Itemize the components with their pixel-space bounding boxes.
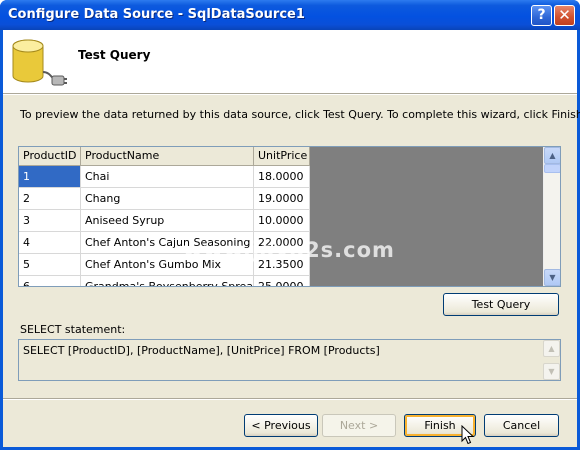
cell-unitprice[interactable]: 10.0000 xyxy=(254,210,310,231)
cell-productname[interactable]: Chai xyxy=(81,166,254,187)
footer-separator xyxy=(3,398,577,400)
header-divider xyxy=(3,94,577,95)
column-header-unitprice[interactable]: UnitPrice xyxy=(254,147,310,165)
mouse-pointer-icon xyxy=(461,425,475,445)
table-row[interactable]: 6 Grandma's Boysenberry Spread 25.0000 xyxy=(19,276,310,286)
dialog-body: Test Query To preview the data returned … xyxy=(3,30,580,447)
window-title: Configure Data Source - SqlDataSource1 xyxy=(8,7,305,22)
next-button[interactable]: Next > xyxy=(322,414,396,437)
cell-productid[interactable]: 2 xyxy=(19,188,81,209)
instructions-text: To preview the data returned by this dat… xyxy=(20,108,580,121)
cell-productid[interactable]: 5 xyxy=(19,254,81,275)
cell-productname[interactable]: Grandma's Boysenberry Spread xyxy=(81,276,254,286)
column-header-productname[interactable]: ProductName xyxy=(81,147,254,165)
dialog-window: Configure Data Source - SqlDataSource1 ?… xyxy=(0,0,580,450)
cell-unitprice[interactable]: 22.0000 xyxy=(254,232,310,253)
select-statement-label: SELECT statement: xyxy=(20,323,126,336)
database-icon xyxy=(12,39,67,86)
scroll-up-arrow-icon[interactable]: ▲ xyxy=(544,147,560,164)
grid-vertical-scrollbar[interactable]: ▲ ▼ xyxy=(543,147,560,286)
cell-productname[interactable]: Chef Anton's Cajun Seasoning xyxy=(81,232,254,253)
column-header-productid[interactable]: ProductID xyxy=(19,147,81,165)
table-row[interactable]: 4 Chef Anton's Cajun Seasoning 22.0000 xyxy=(19,232,310,254)
scroll-thumb[interactable] xyxy=(544,164,560,173)
scroll-up-arrow-icon: ▲ xyxy=(543,340,560,357)
cell-productname[interactable]: Chang xyxy=(81,188,254,209)
page-title: Test Query xyxy=(78,48,151,62)
select-statement-box[interactable]: SELECT [ProductID], [ProductName], [Unit… xyxy=(18,339,561,381)
scroll-down-arrow-icon: ▼ xyxy=(543,363,560,380)
table-row[interactable]: 5 Chef Anton's Gumbo Mix 21.3500 xyxy=(19,254,310,276)
table-row[interactable]: 3 Aniseed Syrup 10.0000 xyxy=(19,210,310,232)
title-bar[interactable]: Configure Data Source - SqlDataSource1 ?… xyxy=(0,0,580,30)
cell-unitprice[interactable]: 25.0000 xyxy=(254,276,310,286)
results-table: ProductID ProductName UnitPrice 1 Chai 1… xyxy=(19,147,310,286)
cell-unitprice[interactable]: 18.0000 xyxy=(254,166,310,187)
select-statement-text[interactable]: SELECT [ProductID], [ProductName], [Unit… xyxy=(23,344,380,357)
results-grid[interactable]: ProductID ProductName UnitPrice 1 Chai 1… xyxy=(18,146,561,287)
table-row[interactable]: 2 Chang 19.0000 xyxy=(19,188,310,210)
cell-productname[interactable]: Chef Anton's Gumbo Mix xyxy=(81,254,254,275)
sql-vertical-scrollbar: ▲ ▼ xyxy=(543,340,560,380)
cell-unitprice[interactable]: 21.3500 xyxy=(254,254,310,275)
cell-productname[interactable]: Aniseed Syrup xyxy=(81,210,254,231)
previous-button[interactable]: < Previous xyxy=(244,414,318,437)
help-button[interactable]: ? xyxy=(531,5,552,26)
cell-productid[interactable]: 1 xyxy=(19,166,81,187)
test-query-button[interactable]: Test Query xyxy=(443,293,559,316)
wizard-header: Test Query xyxy=(3,30,577,94)
cell-productid[interactable]: 6 xyxy=(19,276,81,286)
table-row[interactable]: 1 Chai 18.0000 xyxy=(19,166,310,188)
grid-header-row: ProductID ProductName UnitPrice xyxy=(19,147,310,166)
cancel-button[interactable]: Cancel xyxy=(484,414,559,437)
scroll-down-arrow-icon[interactable]: ▼ xyxy=(544,269,560,286)
cell-unitprice[interactable]: 19.0000 xyxy=(254,188,310,209)
cell-productid[interactable]: 3 xyxy=(19,210,81,231)
cell-productid[interactable]: 4 xyxy=(19,232,81,253)
close-button[interactable]: ✕ xyxy=(554,5,575,26)
